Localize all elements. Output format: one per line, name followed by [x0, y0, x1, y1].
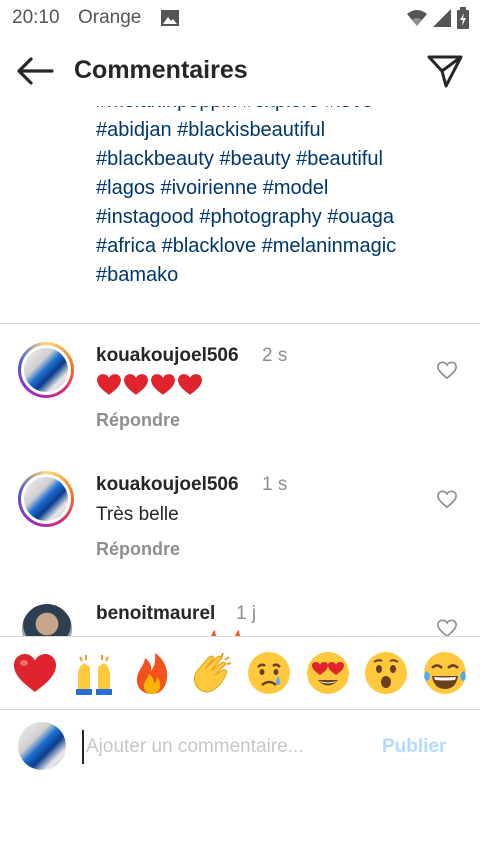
- comment-time: 2 s: [262, 345, 288, 366]
- gallery-icon: [161, 10, 179, 26]
- wifi-icon: [407, 10, 427, 26]
- caption: #melaninpoppin #explore #love #abidjan #…: [0, 106, 480, 324]
- avatar-photo: [24, 477, 68, 521]
- comment-time: 1 j: [236, 603, 257, 624]
- comment-heart-emojis: [96, 372, 203, 398]
- comment-time: 1 s: [262, 474, 288, 495]
- comment-item: kouakoujoel506 2 s Répondre: [0, 324, 480, 434]
- reply-button[interactable]: Répondre: [96, 410, 180, 431]
- page-title: Commentaires: [74, 56, 248, 84]
- caption-line[interactable]: #lagos #ivoirienne #model: [96, 174, 456, 203]
- caption-line[interactable]: #abidjan #blackisbeautiful: [96, 116, 456, 145]
- caption-line[interactable]: #africa #blacklove #melaninmagic: [96, 232, 456, 261]
- crying-face-icon[interactable]: [245, 649, 293, 697]
- comment-item: kouakoujoel506 1 s Très belle Répondre: [0, 454, 480, 564]
- heart-emoji-icon: [124, 374, 148, 395]
- reply-button[interactable]: Répondre: [96, 539, 180, 560]
- comment-username[interactable]: kouakoujoel506: [96, 474, 239, 496]
- avatar[interactable]: [18, 342, 74, 398]
- comment-username[interactable]: benoitmaurel: [96, 603, 215, 625]
- caption-line[interactable]: #bamako: [96, 261, 456, 290]
- status-time: 20:10: [12, 7, 60, 28]
- avatar-photo: [24, 348, 68, 392]
- comment-composer: Publier: [0, 710, 480, 782]
- raising-hands-icon[interactable]: [70, 649, 118, 697]
- comment-username[interactable]: kouakoujoel506: [96, 345, 239, 367]
- surprised-face-icon[interactable]: [362, 649, 410, 697]
- header: Commentaires: [0, 36, 480, 106]
- avatar[interactable]: [18, 471, 74, 527]
- like-heart-icon[interactable]: [436, 489, 458, 509]
- caption-line[interactable]: #blackbeauty #beauty #beautiful: [96, 145, 456, 174]
- battery-icon: [457, 7, 469, 29]
- heart-emoji-icon: [151, 374, 175, 395]
- comment-item: benoitmaurel 1 j: [0, 584, 480, 636]
- tears-of-joy-face-icon[interactable]: [421, 649, 469, 697]
- caption-hashtags: #melaninpoppin #explore #love #abidjan #…: [96, 106, 456, 290]
- like-heart-icon[interactable]: [436, 618, 458, 636]
- clapping-hands-icon[interactable]: [187, 649, 235, 697]
- signal-icon: [433, 9, 451, 27]
- red-heart-icon[interactable]: [11, 649, 59, 697]
- avatar[interactable]: [22, 604, 72, 636]
- caption-line[interactable]: #melaninpoppin #explore #love: [96, 106, 456, 116]
- comments-list[interactable]: kouakoujoel506 2 s Répondre kouakoujoel5…: [0, 324, 480, 636]
- back-arrow-icon[interactable]: [14, 54, 56, 88]
- emoji-bar: [0, 637, 480, 709]
- heart-eyes-face-icon[interactable]: [304, 649, 352, 697]
- heart-emoji-icon: [178, 374, 202, 395]
- comment-text: Très belle: [96, 504, 179, 525]
- like-heart-icon[interactable]: [436, 360, 458, 380]
- comment-input[interactable]: [82, 730, 368, 764]
- heart-emoji-icon: [97, 374, 121, 395]
- status-carrier: Orange: [78, 7, 142, 28]
- caption-line[interactable]: #instagood #photography #ouaga: [96, 203, 456, 232]
- publish-button[interactable]: Publier: [382, 736, 446, 758]
- fire-icon[interactable]: [128, 649, 176, 697]
- send-icon[interactable]: [426, 52, 464, 90]
- status-bar: 20:10 Orange: [0, 0, 480, 36]
- avatar: [18, 722, 66, 770]
